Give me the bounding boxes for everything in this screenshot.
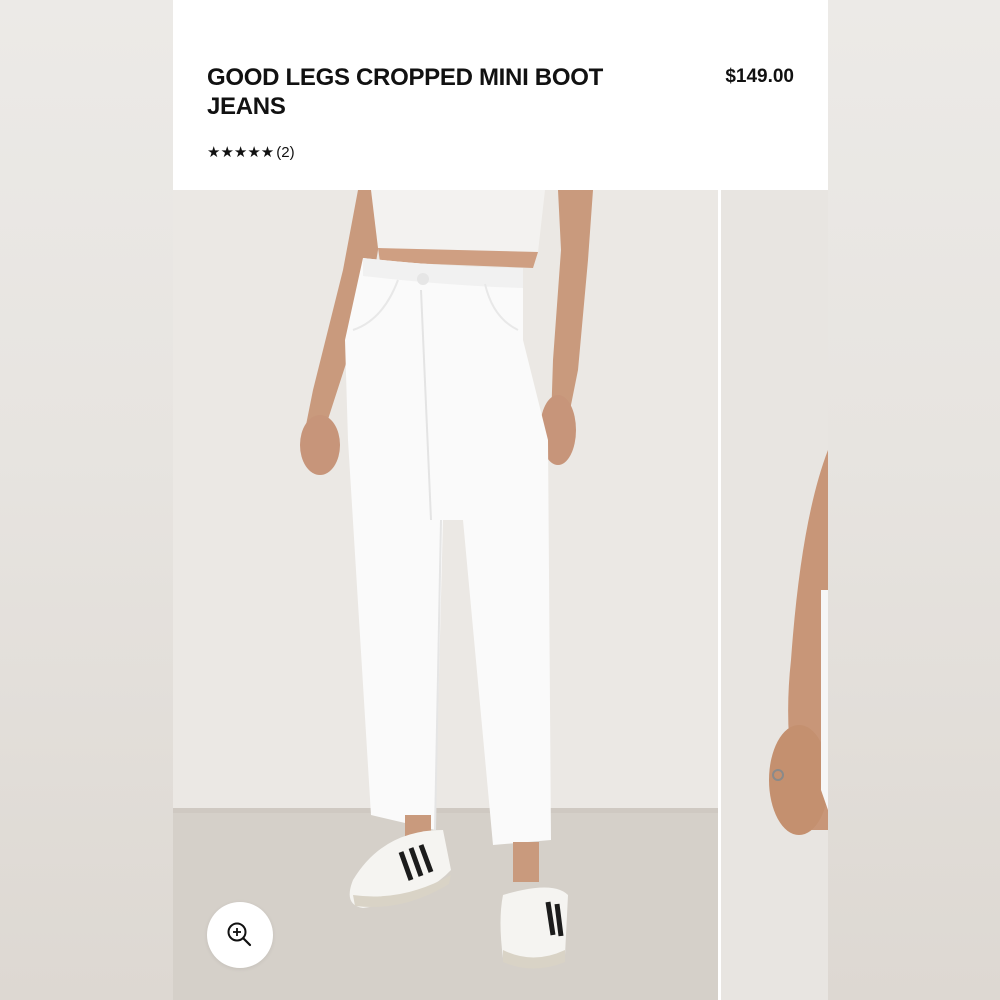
zoom-button[interactable] <box>207 902 273 968</box>
rating-stars-icon: ★★★★★ <box>207 144 275 161</box>
product-image-carousel[interactable] <box>173 190 828 1000</box>
product-title: GOOD LEGS CROPPED MINI BOOT JEANS <box>207 64 603 120</box>
zoom-in-icon <box>227 922 252 947</box>
product-price: $149.00 <box>725 66 794 87</box>
left-backdrop <box>0 0 173 1000</box>
model-photo <box>173 190 718 1000</box>
next-model-photo <box>721 190 828 1000</box>
next-product-image[interactable] <box>721 190 828 1000</box>
product-card: GOOD LEGS CROPPED MINI BOOT JEANS $149.0… <box>173 0 828 1000</box>
product-header: GOOD LEGS CROPPED MINI BOOT JEANS $149.0… <box>173 0 828 190</box>
review-count[interactable]: (2) <box>276 144 294 161</box>
main-product-image[interactable] <box>173 190 718 1000</box>
product-rating[interactable]: ★★★★★ (2) <box>207 143 295 162</box>
right-backdrop <box>828 0 1000 1000</box>
